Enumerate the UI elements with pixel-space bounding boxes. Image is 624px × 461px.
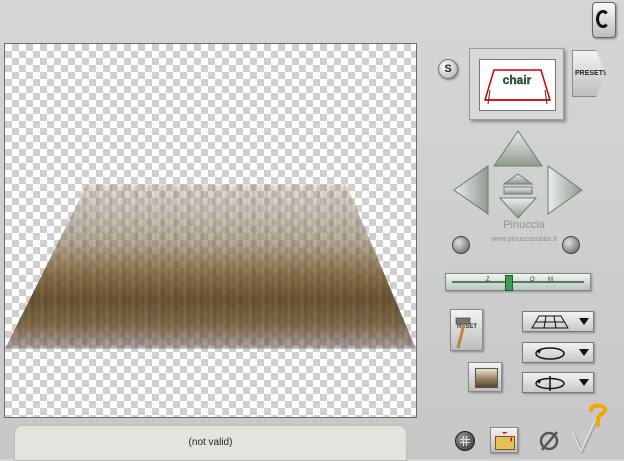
slider-tick-o: O: [530, 277, 535, 283]
direction-pad: Pinuccia www.pinucciarobbo.it: [453, 130, 583, 243]
slider-tick-m: M: [548, 277, 553, 283]
zoom-slider[interactable]: Z O M: [445, 273, 591, 291]
thumbnail-text: chair: [503, 73, 532, 87]
s-button-label: S: [444, 63, 452, 75]
watermark-line1: Pinuccia: [503, 219, 545, 231]
thumbnail-image: chair: [479, 59, 556, 111]
loop-icon: [535, 347, 565, 360]
chevron-down-icon: [579, 379, 589, 386]
loop-mode-dropdown[interactable]: [522, 342, 594, 363]
chevron-down-icon: [579, 349, 589, 356]
grid-icon[interactable]: [455, 431, 475, 451]
preview-image-floor: [5, 184, 416, 349]
arrow-up-small-button[interactable]: [502, 173, 534, 185]
arrow-right-button[interactable]: [547, 165, 583, 215]
c-logo-icon[interactable]: [592, 2, 616, 38]
plane-mode-dropdown[interactable]: [522, 311, 594, 332]
slider-track: [452, 281, 584, 283]
status-bar: (not valid): [14, 425, 407, 461]
status-text: (not valid): [188, 437, 233, 448]
reset-button[interactable]: RESET: [450, 309, 483, 351]
presets-button[interactable]: PRESETS: [572, 50, 606, 97]
preview-canvas[interactable]: [4, 43, 417, 418]
presets-label: PRESETS: [575, 70, 608, 77]
slider-thumb[interactable]: [505, 275, 513, 291]
cancel-icon[interactable]: [538, 430, 560, 452]
texture-button[interactable]: [468, 362, 502, 392]
help-icon[interactable]: [587, 402, 609, 428]
arrow-left-button[interactable]: [453, 165, 489, 215]
thumbnail-shape: chair: [483, 69, 552, 105]
rotate-right-knob[interactable]: [562, 236, 580, 254]
grid-plane-icon: [531, 315, 569, 329]
arrow-up-button[interactable]: [493, 130, 543, 167]
axis-rotate-icon: [535, 376, 565, 391]
folder-arrow-icon[interactable]: [490, 427, 518, 453]
axis-mode-dropdown[interactable]: [522, 372, 594, 393]
shape-thumbnail[interactable]: chair: [469, 48, 564, 120]
texture-thumbnail: [475, 368, 498, 388]
hammer-icon: [455, 317, 471, 349]
slider-tick-z: Z: [486, 277, 490, 283]
arrow-center-bar[interactable]: [503, 186, 533, 195]
s-button[interactable]: S: [438, 59, 458, 79]
arrow-down-button[interactable]: [498, 197, 538, 219]
rotate-left-knob[interactable]: [452, 236, 470, 254]
watermark-line2: www.pinucciarobbo.it: [490, 236, 557, 243]
chevron-down-icon: [579, 318, 589, 325]
